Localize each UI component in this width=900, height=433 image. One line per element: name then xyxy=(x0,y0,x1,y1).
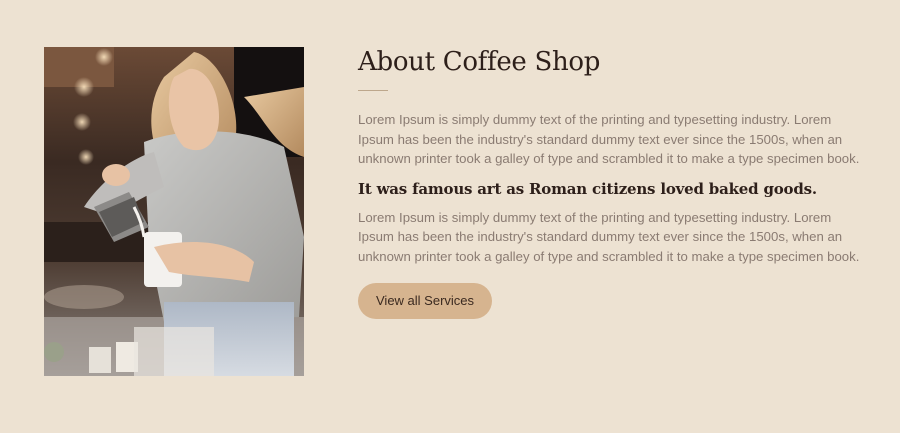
section-title: About Coffee Shop xyxy=(358,47,601,77)
section-subtitle: It was famous art as Roman citizens love… xyxy=(358,179,817,198)
view-all-services-button[interactable]: View all Services xyxy=(358,282,493,319)
intro-paragraph: Lorem Ipsum is simply dummy text of the … xyxy=(358,112,860,167)
secondary-paragraph: Lorem Ipsum is simply dummy text of the … xyxy=(358,209,860,264)
barista-image xyxy=(44,47,304,376)
about-section: About Coffee Shop Lorem Ipsum is simply … xyxy=(358,44,868,319)
barista-photo xyxy=(44,47,304,376)
title-divider xyxy=(358,90,388,91)
